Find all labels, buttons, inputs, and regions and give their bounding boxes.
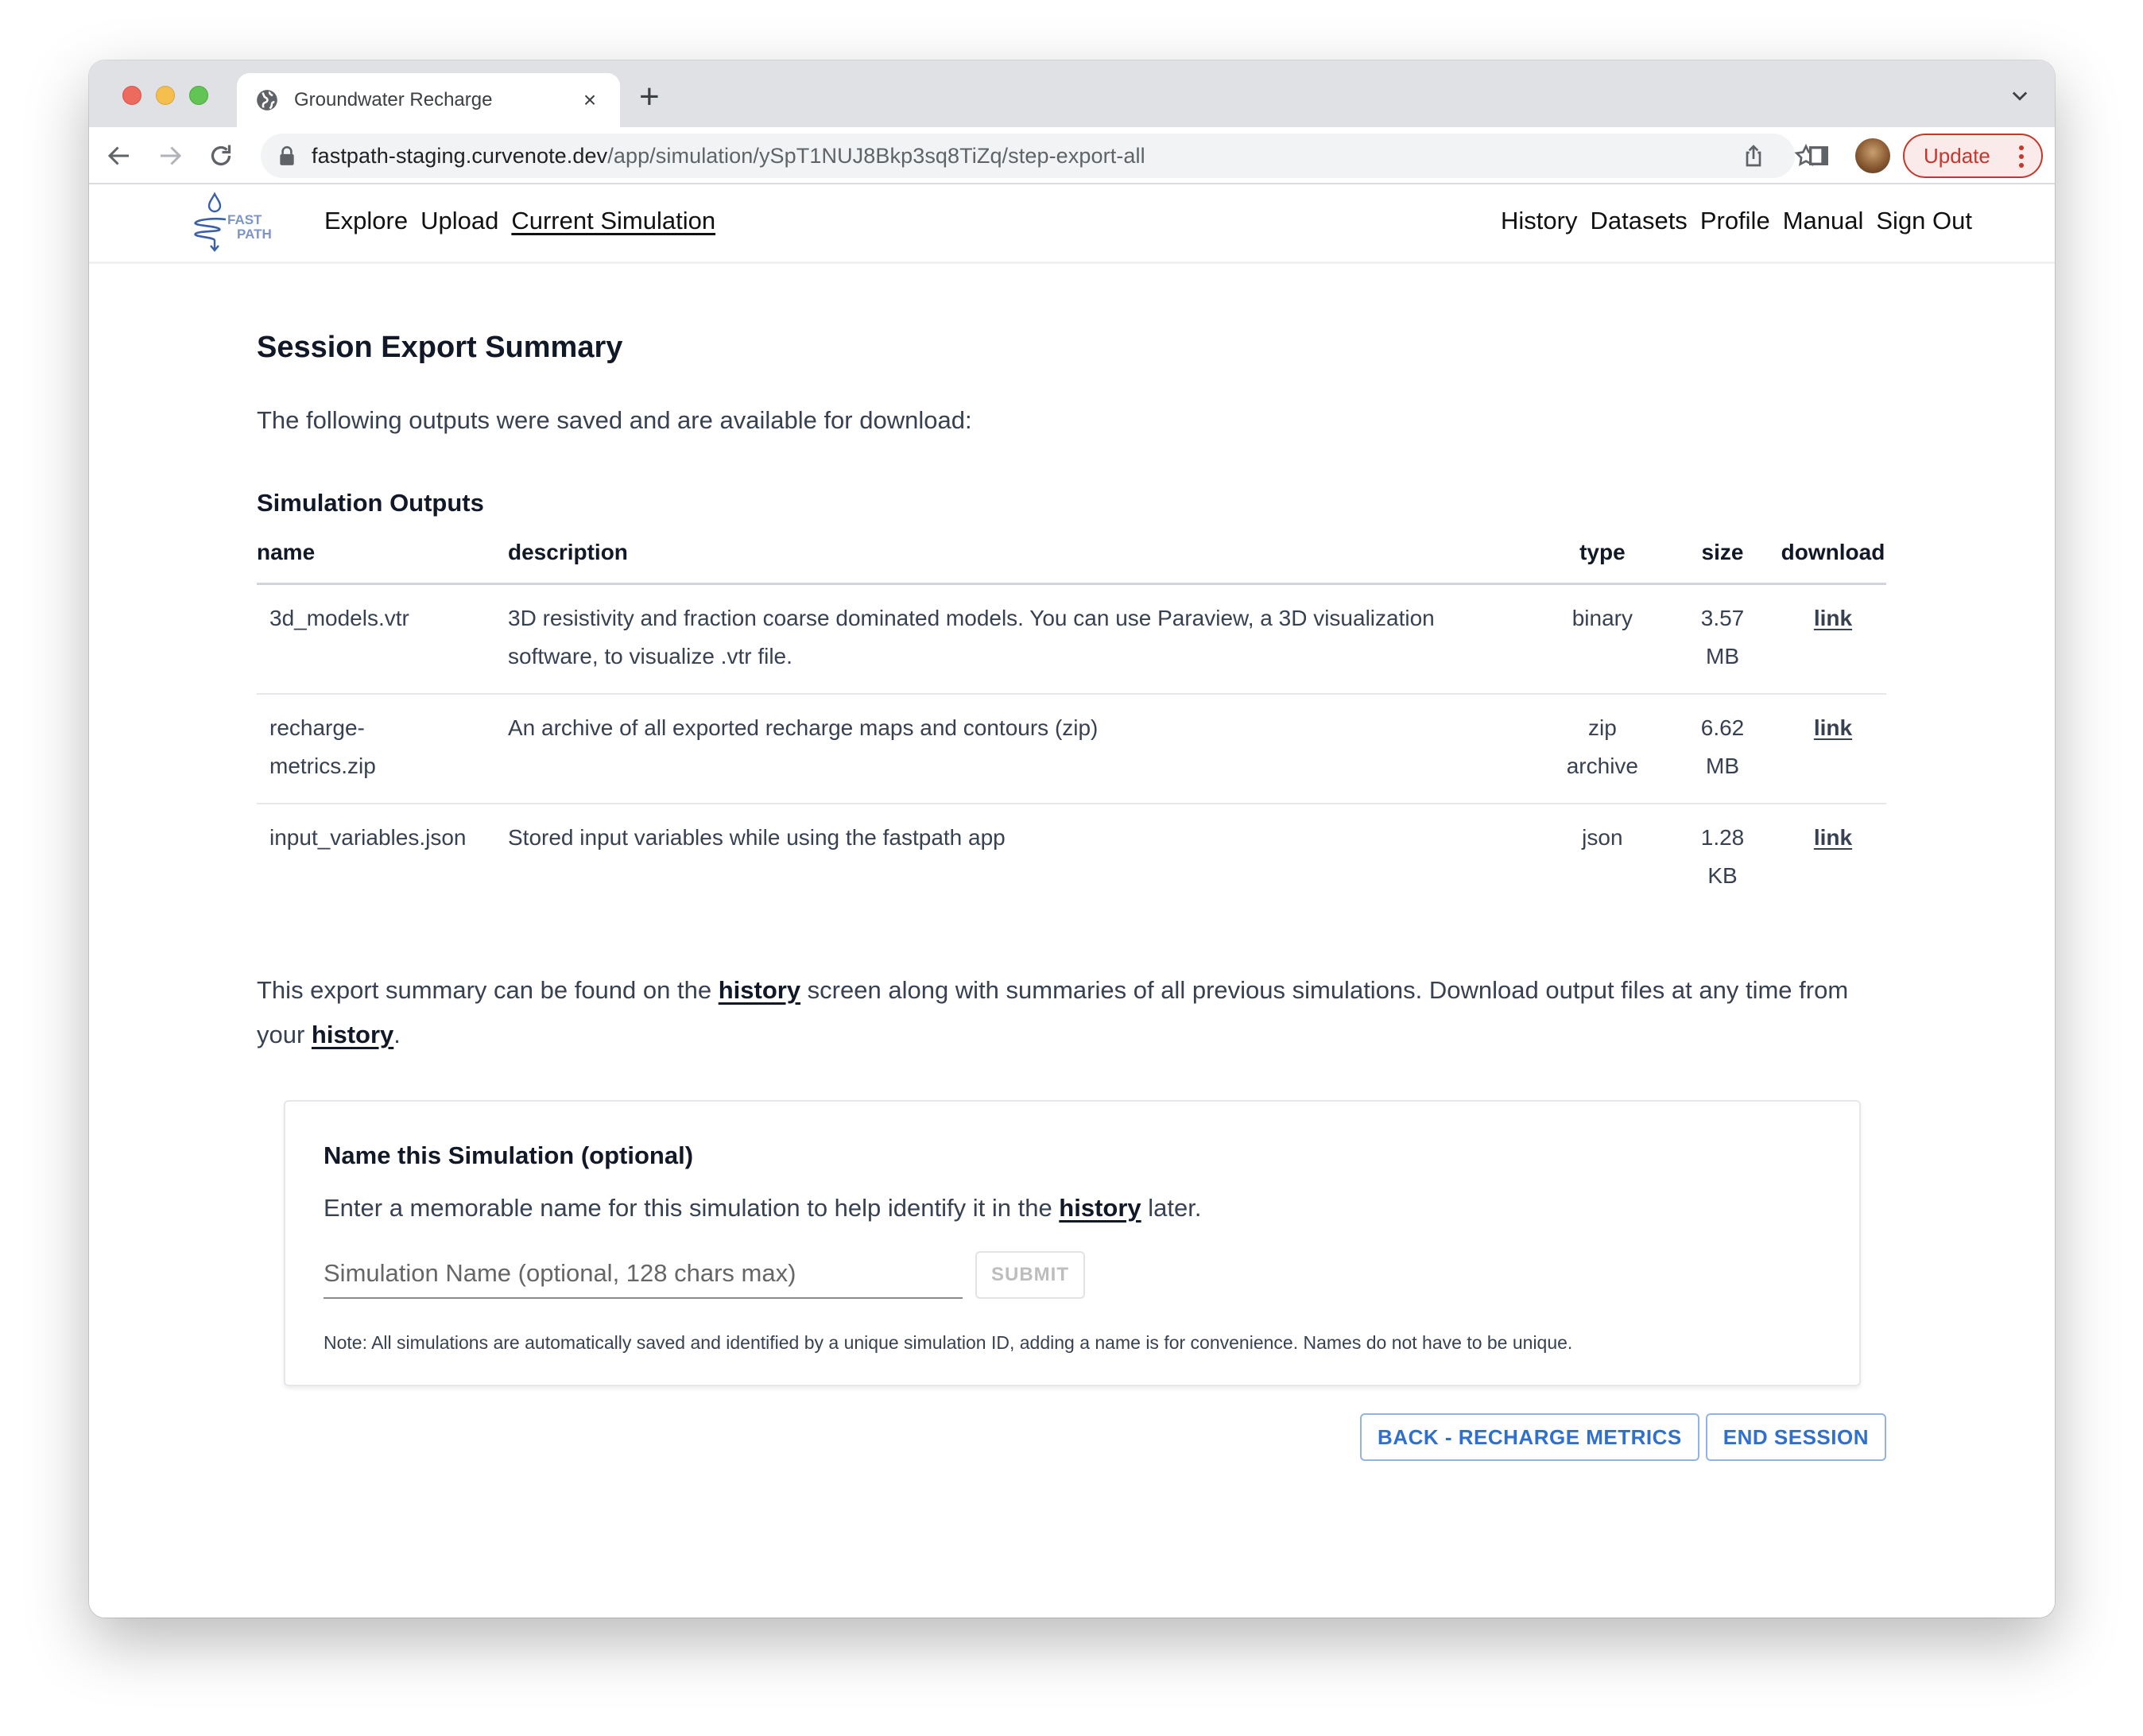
fastpath-logo[interactable]: FAST PATH	[191, 191, 286, 254]
nav-current-simulation[interactable]: Current Simulation	[511, 207, 715, 235]
close-window-button[interactable]	[122, 86, 141, 105]
lock-icon[interactable]	[278, 145, 296, 166]
web-page: FAST PATH Explore Upload Current Simulat…	[89, 184, 2055, 1618]
file-description: 3D resistivity and fraction coarse domin…	[508, 583, 1540, 695]
new-tab-button[interactable]: +	[639, 78, 660, 116]
svg-text:FAST: FAST	[227, 212, 262, 227]
simulation-name-input[interactable]	[324, 1250, 963, 1299]
name-simulation-card: Name this Simulation (optional) Enter a …	[284, 1100, 1861, 1386]
table-header-row: name description type size download	[257, 540, 1886, 585]
column-header-size: size	[1665, 540, 1780, 585]
column-header-type: type	[1539, 540, 1665, 585]
file-size: 6.62 MB	[1665, 694, 1780, 804]
close-tab-icon[interactable]: ×	[579, 87, 601, 113]
intro-text: The following outputs were saved and are…	[257, 406, 972, 434]
url-text[interactable]: fastpath-staging.curvenote.dev/app/simul…	[312, 144, 1145, 169]
file-name: recharge-metrics.zip	[257, 694, 508, 804]
share-icon[interactable]	[1741, 143, 1766, 169]
nav-sign-out[interactable]: Sign Out	[1876, 207, 1972, 235]
file-type: binary	[1539, 583, 1665, 695]
table-row: input_variables.json Stored input variab…	[257, 804, 1886, 913]
back-recharge-metrics-button[interactable]: BACK - RECHARGE METRICS	[1360, 1413, 1699, 1461]
table-row: recharge-metrics.zip An archive of all e…	[257, 694, 1886, 804]
chevron-down-icon[interactable]	[2009, 84, 2031, 107]
download-link[interactable]: link	[1814, 825, 1852, 850]
tab-title: Groundwater Recharge	[294, 89, 493, 110]
globe-icon	[257, 90, 277, 110]
outputs-table: name description type size download 3d_m…	[257, 540, 1886, 913]
outputs-heading: Simulation Outputs	[257, 489, 484, 517]
nav-profile[interactable]: Profile	[1700, 207, 1770, 235]
summary-text: This export summary can be found on the …	[257, 976, 1849, 1048]
nav-manual[interactable]: Manual	[1783, 207, 1864, 235]
file-size: 1.28 KB	[1700, 825, 1745, 888]
maximize-window-button[interactable]	[189, 86, 208, 105]
action-buttons: BACK - RECHARGE METRICS END SESSION	[257, 1413, 1886, 1461]
reload-icon[interactable]	[207, 141, 235, 170]
minimize-window-button[interactable]	[156, 86, 175, 105]
nav-history[interactable]: History	[1501, 207, 1577, 235]
back-arrow-icon[interactable]	[105, 141, 134, 170]
browser-toolbar: fastpath-staging.curvenote.dev/app/simul…	[89, 127, 2055, 184]
primary-nav: Explore Upload Current Simulation	[324, 207, 715, 235]
submit-button[interactable]: SUBMIT	[975, 1251, 1085, 1299]
table-row: 3d_models.vtr 3D resistivity and fractio…	[257, 583, 1886, 695]
column-header-download: download	[1780, 540, 1886, 585]
file-description: Stored input variables while using the f…	[508, 825, 1006, 850]
tab-strip: Groundwater Recharge × +	[89, 60, 2055, 127]
column-header-description: description	[508, 540, 1540, 585]
end-session-button[interactable]: END SESSION	[1705, 1413, 1886, 1461]
nav-upload[interactable]: Upload	[420, 207, 498, 235]
browser-window: Groundwater Recharge × + fastpath-stagin…	[89, 60, 2055, 1618]
history-link[interactable]: history	[719, 976, 800, 1004]
name-form: SUBMIT	[324, 1250, 1821, 1299]
svg-text:PATH: PATH	[237, 227, 272, 242]
card-note: Note: All simulations are automatically …	[324, 1332, 1573, 1353]
update-label: Update	[1924, 143, 1990, 168]
card-title: Name this Simulation (optional)	[324, 1141, 694, 1169]
file-size: 3.57 MB	[1665, 583, 1780, 695]
forward-arrow-icon[interactable]	[156, 141, 184, 170]
nav-datasets[interactable]: Datasets	[1590, 207, 1687, 235]
file-name: 3d_models.vtr	[257, 583, 508, 695]
history-link[interactable]: history	[1059, 1194, 1141, 1222]
file-name: input_variables.json	[269, 825, 467, 850]
profile-avatar[interactable]	[1855, 138, 1890, 173]
download-link[interactable]: link	[1814, 606, 1852, 630]
file-type: zip archive	[1539, 694, 1665, 804]
download-link[interactable]: link	[1814, 715, 1852, 740]
page-title: Session Export Summary	[257, 331, 623, 364]
side-panel-icon[interactable]	[1806, 143, 1831, 169]
update-button[interactable]: Update	[1903, 134, 2043, 178]
address-bar[interactable]: fastpath-staging.curvenote.dev/app/simul…	[261, 134, 1818, 178]
secondary-nav: History Datasets Profile Manual Sign Out	[1501, 207, 1972, 235]
file-type: json	[1582, 825, 1623, 850]
nav-explore[interactable]: Explore	[324, 207, 408, 235]
app-navbar: FAST PATH Explore Upload Current Simulat…	[89, 184, 2055, 264]
column-header-name: name	[257, 540, 508, 585]
card-description: Enter a memorable name for this simulati…	[324, 1194, 1202, 1222]
history-link[interactable]: history	[312, 1021, 393, 1048]
main-content: Session Export Summary The following out…	[257, 312, 1886, 1461]
file-description: An archive of all exported recharge maps…	[508, 694, 1540, 804]
more-options-icon[interactable]	[2019, 145, 2024, 169]
browser-tab[interactable]: Groundwater Recharge ×	[237, 73, 620, 127]
